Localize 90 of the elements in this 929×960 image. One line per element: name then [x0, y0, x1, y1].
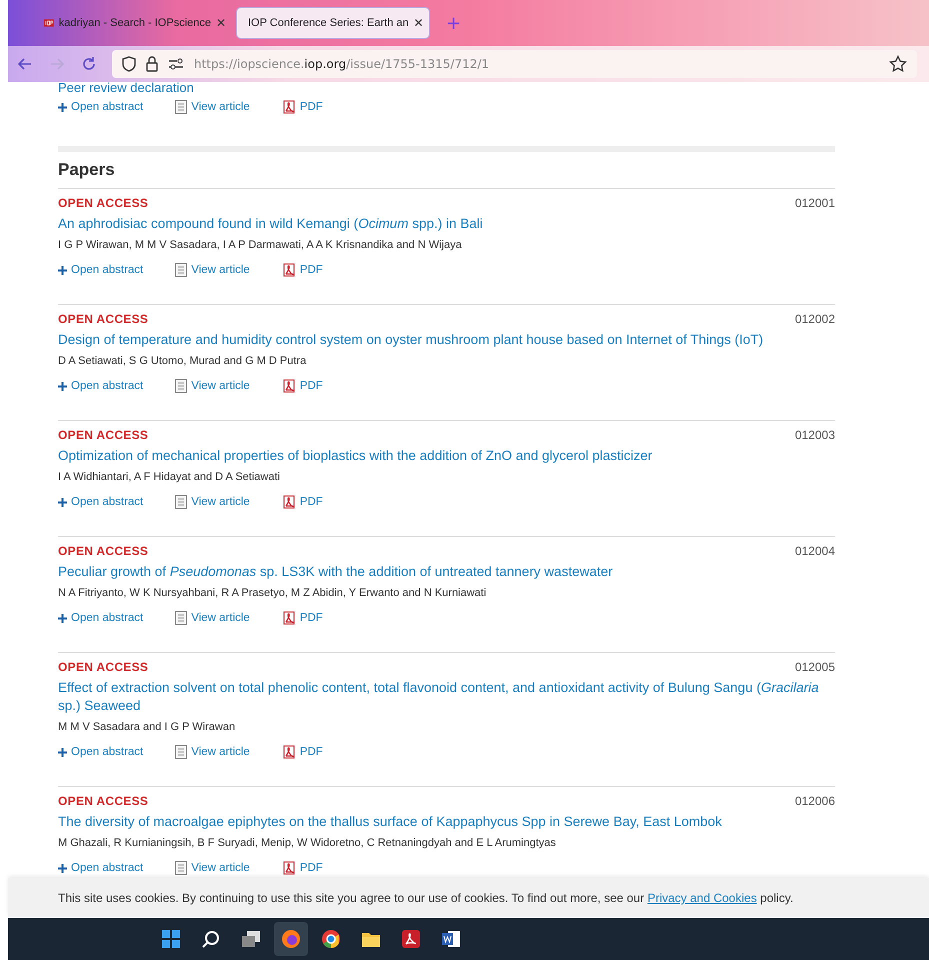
- close-tab-icon[interactable]: ✕: [216, 16, 226, 30]
- article-title-link[interactable]: Peer review declaration: [58, 82, 835, 96]
- open-access-label: OPEN ACCESS: [58, 660, 148, 676]
- search-icon: [200, 928, 222, 950]
- plus-icon: [58, 382, 67, 390]
- author-list: I A Widhiantari, A F Hidayat and D A Setiawati: [58, 469, 835, 485]
- article-link[interactable]: View article: [175, 263, 250, 277]
- document-icon: [175, 379, 188, 393]
- open-access-label: OPEN ACCESS: [58, 312, 148, 328]
- article-number: 012003: [794, 428, 835, 444]
- article-number: 012001: [794, 196, 835, 212]
- open-access-label: OPEN ACCESS: [58, 196, 148, 212]
- article-link[interactable]: View article: [175, 379, 250, 393]
- abstract-link[interactable]: Open abstract: [58, 862, 144, 874]
- abstract-link[interactable]: Open abstract: [58, 612, 144, 624]
- pdf-link[interactable]: PDF: [282, 745, 323, 759]
- open-access-label: OPEN ACCESS: [58, 544, 148, 560]
- pdf-icon: [282, 861, 296, 875]
- cookie-notice: This site uses cookies. By continuing to use this site you agree to our use of cookies. To find out more, see our Privacy and Cookies policy.: [58, 891, 794, 905]
- author-list: M Ghazali, R Kurnianingsih, B F Suryadi, Menip, W Widoretno, C Retnaningdyah and E L Arumingtyas: [58, 835, 835, 851]
- address-bar[interactable]: https://iopscience.iop.org/issue/1755-1315/712/1: [112, 50, 917, 78]
- pdf-icon: [282, 100, 296, 114]
- document-icon: [175, 861, 188, 875]
- pdf-link[interactable]: PDF: [282, 495, 323, 509]
- abstract-link[interactable]: Open abstract: [58, 264, 144, 276]
- sliders-icon: [168, 58, 184, 70]
- task-view-icon: [240, 928, 262, 950]
- article-title-link[interactable]: The diversity of macroalgae epiphytes on the thallus surface of Kappaphycus Spp in Serewe Bay, East Lombok: [58, 813, 835, 831]
- section-heading: Papers: [58, 146, 835, 188]
- pdf-icon: [282, 379, 296, 393]
- browser-tab[interactable]: IOP Conference Series: Earth an ✕: [236, 7, 430, 39]
- plus-icon: [58, 748, 67, 756]
- open-access-label: OPEN ACCESS: [58, 794, 148, 810]
- article-link[interactable]: View article: [175, 611, 250, 625]
- logo-icon: [44, 17, 54, 29]
- firefox-icon: [280, 928, 302, 950]
- article-link[interactable]: View article: [175, 745, 250, 759]
- article-number: 012006: [794, 794, 835, 810]
- url-text: https://iopscience.iop.org/issue/1755-1315/712/1: [194, 57, 490, 71]
- plus-icon: [58, 266, 67, 274]
- article-title-link[interactable]: Design of temperature and humidity control system on oyster mushroom plant house based on Internet of Things (IoT): [58, 331, 835, 349]
- plus-icon: [58, 498, 67, 506]
- bookmark-star-icon[interactable]: [889, 55, 907, 73]
- pdf-icon: [282, 611, 296, 625]
- article-title-link[interactable]: Optimization of mechanical properties of bioplastics with the addition of ZnO and glycerol plasticizer: [58, 447, 835, 465]
- browser-tab[interactable]: kadriyan - Search - IOPscience ✕: [38, 7, 232, 39]
- plus-icon: [58, 102, 67, 112]
- abstract-link[interactable]: Open abstract: [58, 746, 144, 758]
- document-icon: [175, 100, 188, 114]
- shield-icon: [122, 56, 136, 72]
- open-access-label: OPEN ACCESS: [58, 428, 148, 444]
- word-icon: [440, 928, 462, 950]
- chrome-icon: [320, 928, 342, 950]
- article-title-link[interactable]: Effect of extraction solvent on total phenolic content, total flavonoid content, and antioxidant activity of Bulung Sangu (Gracilaria sp.) Seaweed: [58, 679, 835, 715]
- article-number: 012004: [794, 544, 835, 560]
- pdf-icon: [282, 263, 296, 277]
- author-list: M M V Sasadara and I G P Wirawan: [58, 719, 835, 735]
- pdf-link[interactable]: PDF: [282, 611, 323, 625]
- document-icon: [175, 263, 188, 277]
- article-link[interactable]: View article: [175, 100, 250, 114]
- padlock-icon: [146, 56, 158, 72]
- plus-icon: [58, 864, 67, 872]
- pdf-link[interactable]: PDF: [282, 100, 323, 114]
- author-list: N A Fitriyanto, W K Nursyahbani, R A Prasetyo, M Z Abidin, Y Erwanto and N Kurniawati: [58, 585, 835, 601]
- privacy-link[interactable]: Privacy and Cookies: [647, 891, 757, 905]
- start-icon: [160, 928, 182, 950]
- author-list: D A Setiawati, S G Utomo, Murad and G M D Putra: [58, 353, 835, 369]
- close-tab-icon[interactable]: ✕: [414, 16, 424, 30]
- plus-icon: [58, 614, 67, 622]
- document-icon: [175, 745, 188, 759]
- article-link[interactable]: View article: [175, 861, 250, 875]
- pdf-link[interactable]: PDF: [282, 263, 323, 277]
- new-tab-button[interactable]: +: [446, 12, 462, 34]
- article-number: 012005: [794, 660, 835, 676]
- pdf-icon: [282, 495, 296, 509]
- abstract-link[interactable]: Open abstract: [58, 496, 144, 508]
- pdf-link[interactable]: PDF: [282, 379, 323, 393]
- pdf-icon: [282, 745, 296, 759]
- article-title-link[interactable]: An aphrodisiac compound found in wild Kemangi (Ocimum spp.) in Bali: [58, 215, 835, 233]
- abstract-link[interactable]: Open abstract: [58, 101, 144, 113]
- article-number: 012002: [794, 312, 835, 328]
- abstract-link[interactable]: Open abstract: [58, 380, 144, 392]
- reload-icon[interactable]: [80, 55, 98, 73]
- article-link[interactable]: View article: [175, 495, 250, 509]
- acrobat-icon: [400, 928, 422, 950]
- pdf-link[interactable]: PDF: [282, 861, 323, 875]
- author-list: I G P Wirawan, M M V Sasadara, I A P Darmawati, A A K Krisnandika and N Wijaya: [58, 237, 835, 253]
- article-title-link[interactable]: Peculiar growth of Pseudomonas sp. LS3K with the addition of untreated tannery wastewater: [58, 563, 835, 581]
- document-icon: [175, 495, 188, 509]
- document-icon: [175, 611, 188, 625]
